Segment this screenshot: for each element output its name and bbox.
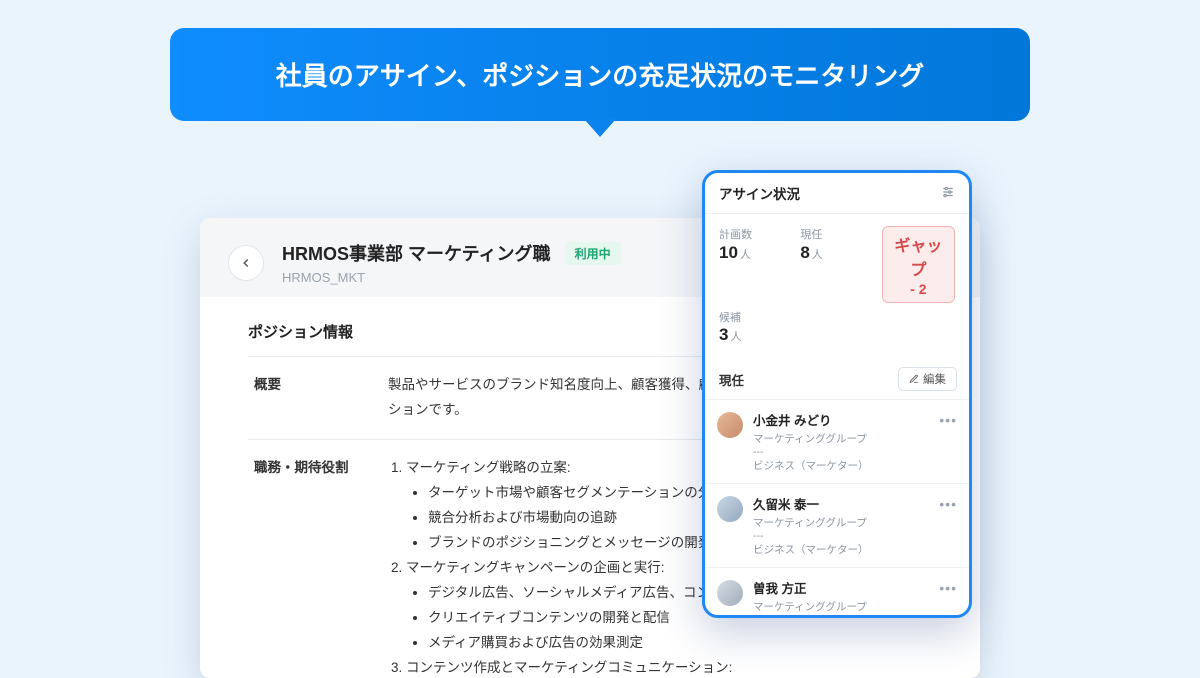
position-code: HRMOS_MKT	[282, 270, 621, 285]
stat-current-label: 現任	[800, 226, 873, 242]
member-name: 小金井 みどり	[753, 410, 869, 429]
member-dash: ---	[753, 530, 869, 542]
member-group: マーケティンググループ	[753, 431, 869, 446]
panel-header: アサイン状況	[705, 173, 969, 214]
panel-title: アサイン状況	[719, 183, 800, 203]
back-button[interactable]	[228, 245, 264, 281]
stat-plan-value: 10	[719, 243, 738, 262]
stat-gap-label: ギャップ	[887, 232, 950, 280]
member-list-header: 現任 編集	[705, 357, 969, 399]
member-role: ビジネス（マーケター）	[753, 542, 869, 557]
edit-label: 編集	[923, 371, 946, 387]
stat-candidate-label: 候補	[719, 309, 955, 325]
avatar	[717, 412, 743, 438]
position-title: HRMOS事業部 マーケティング職	[282, 240, 551, 266]
unit: 人	[740, 249, 751, 261]
arrow-left-icon	[239, 256, 253, 270]
stat-candidate: 候補 3人	[705, 309, 969, 357]
unit: 人	[730, 331, 741, 343]
member-group: マーケティンググループ	[753, 515, 869, 530]
member-list: 小金井 みどりマーケティンググループ---ビジネス（マーケター）•••久留米 泰…	[705, 399, 969, 618]
stat-gap-value: - 2	[887, 281, 950, 297]
stat-current: 現任 8人	[800, 226, 873, 303]
member-info: 小金井 みどりマーケティンググループ---ビジネス（マーケター）	[753, 410, 869, 473]
unit: 人	[812, 249, 823, 261]
more-icon[interactable]: •••	[939, 580, 957, 596]
duty-bullet: メディア購買および広告の効果測定	[428, 631, 924, 656]
member-dash: ---	[753, 446, 869, 458]
stat-plan-label: 計画数	[719, 226, 792, 242]
hero-text: 社員のアサイン、ポジションの充足状況のモニタリング	[276, 61, 924, 91]
stat-gap: ギャップ - 2	[882, 226, 955, 303]
member-group: マーケティンググループ	[753, 599, 867, 614]
duty-item: コンテンツ作成とマーケティングコミュニケーション:ウェブサイトコンテンツ、ブログ…	[406, 656, 924, 678]
member-row[interactable]: 曽我 方正マーケティンググループ •••	[705, 567, 969, 618]
member-info: 曽我 方正マーケティンググループ	[753, 578, 867, 614]
member-role: ビジネス（マーケター）	[753, 458, 869, 473]
member-row[interactable]: 久留米 泰一マーケティンググループ---ビジネス（マーケター） •••	[705, 483, 969, 567]
edit-button[interactable]: 編集	[898, 367, 957, 391]
assign-status-panel: アサイン状況 計画数 10人 現任 8人 ギャップ - 2 候補 3人 現任 編…	[702, 170, 972, 618]
stat-candidate-value: 3	[719, 325, 728, 344]
member-row[interactable]: 小金井 みどりマーケティンググループ---ビジネス（マーケター） •••	[705, 399, 969, 483]
avatar	[717, 496, 743, 522]
stat-plan: 計画数 10人	[719, 226, 792, 303]
pencil-icon	[909, 374, 919, 384]
overview-label: 概要	[248, 373, 388, 423]
duties-label: 職務・期待役割	[248, 456, 388, 678]
stats-grid: 計画数 10人 現任 8人 ギャップ - 2	[705, 214, 969, 309]
member-info: 久留米 泰一マーケティンググループ---ビジネス（マーケター）	[753, 494, 869, 557]
avatar	[717, 580, 743, 606]
status-badge: 利用中	[565, 242, 621, 265]
more-icon[interactable]: •••	[939, 412, 957, 428]
settings-icon[interactable]	[941, 185, 955, 202]
more-icon[interactable]: •••	[939, 496, 957, 512]
member-name: 久留米 泰一	[753, 494, 869, 513]
member-name: 曽我 方正	[753, 578, 867, 597]
hero-banner: 社員のアサイン、ポジションの充足状況のモニタリング	[170, 28, 1030, 121]
member-list-title: 現任	[719, 370, 744, 389]
stat-current-value: 8	[800, 243, 809, 262]
